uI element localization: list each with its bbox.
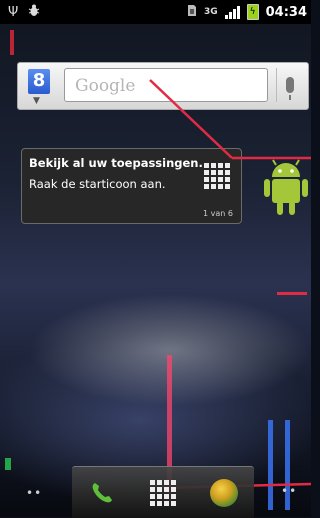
callout-marker (277, 292, 307, 295)
page-indicator-left[interactable]: •• (26, 486, 42, 500)
callout-line (149, 79, 311, 490)
app-drawer-icon (150, 479, 176, 506)
page-indicator-right[interactable]: •• (281, 484, 297, 498)
launcher-dock (72, 466, 254, 518)
browser-button[interactable] (202, 467, 246, 518)
app-drawer-button[interactable] (140, 467, 186, 518)
phone-button[interactable] (80, 467, 124, 518)
phone-icon (92, 482, 112, 502)
browser-globe-icon (210, 478, 238, 507)
